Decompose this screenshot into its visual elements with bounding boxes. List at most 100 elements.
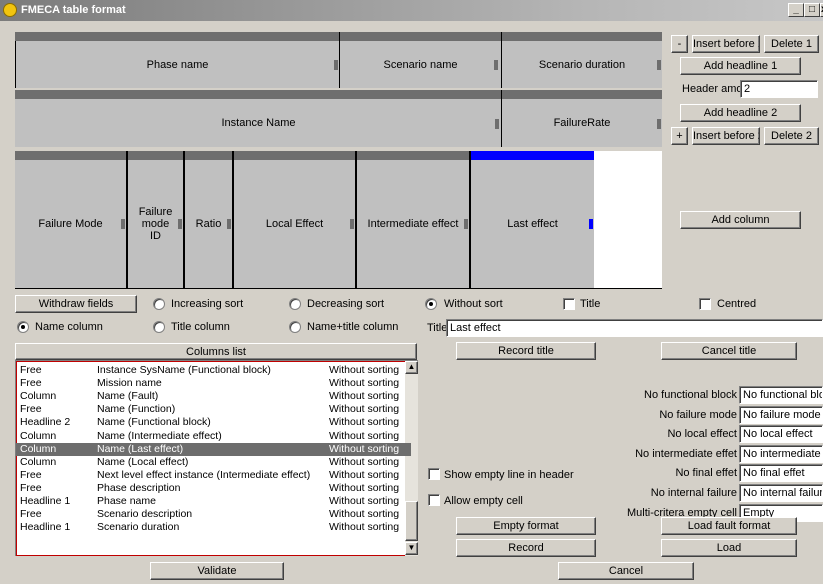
add-column-button[interactable]: Add column — [680, 211, 801, 229]
without-sort-radio[interactable] — [425, 298, 437, 310]
increasing-sort-radio[interactable] — [153, 298, 165, 310]
empty-field-input[interactable]: No internal failure — [739, 484, 823, 502]
resize-grip[interactable] — [227, 219, 231, 229]
title-bar: FMECA table format _ □ x — [0, 0, 823, 21]
columns-list[interactable]: ▲ ▼ Free Instance SysName (Functional blo… — [15, 360, 418, 556]
headline-2-bar[interactable] — [15, 90, 662, 99]
load-button[interactable]: Load — [661, 539, 797, 557]
record-title-button[interactable]: Record title — [456, 342, 596, 360]
column-label: Last effect — [507, 218, 558, 230]
add-headline-2-button[interactable]: Add headline 2 — [680, 104, 801, 122]
resize-grip[interactable] — [121, 219, 125, 229]
list-item-name: Instance SysName (Functional block) — [97, 364, 271, 376]
column-failure-mode-id[interactable]: Failure mode ID — [128, 160, 183, 288]
resize-grip[interactable] — [464, 219, 468, 229]
show-empty-line-checkbox[interactable] — [428, 468, 440, 480]
insert-before-2-button[interactable]: Insert before 2 — [692, 127, 760, 145]
resize-grip[interactable] — [350, 219, 354, 229]
empty-field-input[interactable]: No final effet — [739, 464, 823, 483]
list-item-type: Free — [20, 364, 42, 376]
list-item[interactable]: Column Name (Last effect) Without sorting — [16, 442, 411, 456]
maximize-button[interactable]: □ — [804, 3, 820, 17]
list-item-name: Mission name — [97, 377, 162, 390]
name-title-column-radio[interactable] — [289, 321, 301, 333]
list-item-sort: Without sorting — [329, 521, 400, 534]
name-column-radio[interactable] — [17, 321, 29, 333]
list-item-type: Free — [20, 508, 42, 521]
minimize-button[interactable]: _ — [788, 3, 804, 17]
header-cell-instance-name[interactable]: Instance Name — [15, 99, 502, 147]
title-checkbox[interactable] — [563, 298, 575, 310]
centred-checkbox[interactable] — [699, 298, 711, 310]
header-cell-scenario-name[interactable]: Scenario name — [340, 41, 501, 88]
header-amount-input[interactable]: 2 — [740, 80, 818, 98]
plus-button[interactable]: + — [671, 127, 688, 145]
header-cell-failure-rate[interactable]: FailureRate — [502, 99, 662, 147]
list-item[interactable]: Free Phase description Without sorting — [16, 482, 411, 495]
header-cell-label: FailureRate — [553, 117, 611, 129]
list-item[interactable]: Free Scenario description Without sorting — [16, 508, 411, 521]
list-item[interactable]: Headline 2 Name (Functional block) Without… — [16, 416, 411, 429]
column-failure-mode[interactable]: Failure Mode — [15, 160, 126, 288]
column-ratio[interactable]: Ratio — [185, 160, 232, 288]
resize-grip[interactable] — [494, 60, 498, 70]
selected-column-bar[interactable] — [469, 151, 594, 160]
list-item[interactable]: Column Name (Intermediate effect) Without … — [16, 430, 411, 443]
scroll-down-arrow-icon[interactable]: ▼ — [405, 542, 418, 555]
list-item-type: Column — [20, 455, 57, 468]
resize-grip[interactable] — [178, 219, 182, 229]
header-cell-phase-name[interactable]: Phase name — [15, 41, 339, 88]
list-item[interactable]: Headline 1 Scenario duration Without sorti… — [16, 521, 411, 534]
delete-2-button[interactable]: Delete 2 — [764, 127, 819, 145]
resize-grip[interactable] — [657, 119, 661, 129]
decreasing-sort-radio[interactable] — [289, 298, 301, 310]
list-item-name: Name (Local effect) — [97, 455, 189, 468]
delete-1-button[interactable]: Delete 1 — [764, 35, 819, 53]
list-item[interactable]: Free Mission name Without sorting — [16, 377, 411, 390]
withdraw-fields-button[interactable]: Withdraw fields — [15, 295, 137, 313]
validate-button[interactable]: Validate — [150, 562, 284, 580]
list-item[interactable]: Headline 1 Phase name Without sorting — [16, 495, 411, 508]
list-item-sort: Without sorting — [329, 416, 400, 429]
title-input[interactable]: Last effect — [446, 319, 823, 337]
list-item[interactable]: Column Name (Fault) Without sorting — [16, 390, 411, 403]
empty-field-label: No internal failure — [650, 487, 737, 499]
add-headline-1-button[interactable]: Add headline 1 — [680, 57, 801, 75]
list-item[interactable]: Free Instance SysName (Functional block) W… — [16, 364, 411, 377]
empty-field-input[interactable]: No functional block — [739, 386, 823, 404]
column-label: Failure mode ID — [138, 206, 173, 242]
minus-button[interactable]: - — [671, 35, 688, 53]
list-item[interactable]: Free Next level effect instance (Intermed… — [16, 469, 411, 482]
list-item[interactable]: Column Name (Local effect) Without sorting — [16, 456, 411, 469]
column-local-effect[interactable]: Local Effect — [234, 160, 355, 288]
list-item-name: Phase name — [97, 495, 156, 507]
column-last-effect[interactable]: Last effect — [471, 160, 594, 288]
list-item-sort: Without sorting — [329, 442, 400, 455]
column-intermediate-effect[interactable]: Intermediate effect — [357, 160, 469, 288]
show-empty-line-label: Show empty line in header — [444, 469, 574, 481]
resize-grip[interactable] — [657, 60, 661, 70]
resize-grip[interactable] — [334, 60, 338, 70]
allow-empty-cell-checkbox[interactable] — [428, 494, 440, 506]
title-column-radio[interactable] — [153, 321, 165, 333]
list-item-type: Free — [20, 481, 42, 494]
column-label: Ratio — [195, 218, 222, 230]
list-item-sort: Without sorting — [329, 377, 400, 390]
resize-grip[interactable] — [589, 219, 593, 229]
empty-field-label: No failure mode — [659, 408, 737, 421]
load-fault-format-button[interactable]: Load fault format — [661, 517, 797, 535]
list-item-type: Column — [20, 390, 57, 403]
cancel-title-button[interactable]: Cancel title — [661, 342, 797, 360]
cancel-button[interactable]: Cancel — [558, 562, 694, 580]
empty-field-input[interactable]: No failure mode — [739, 405, 823, 424]
empty-field-input[interactable]: No local effect — [739, 425, 823, 444]
header-cell-label: Scenario duration — [538, 58, 626, 71]
header-cell-scenario-duration[interactable]: Scenario duration — [502, 41, 662, 88]
record-button[interactable]: Record — [456, 539, 596, 557]
column-label: Local Effect — [265, 218, 324, 230]
list-item[interactable]: Free Name (Function) Without sorting — [16, 403, 411, 416]
empty-field-input[interactable]: No intermediate effe — [739, 444, 823, 463]
resize-grip[interactable] — [495, 119, 499, 129]
empty-format-button[interactable]: Empty format — [456, 517, 596, 535]
insert-before-1-button[interactable]: Insert before 1 — [692, 35, 760, 53]
